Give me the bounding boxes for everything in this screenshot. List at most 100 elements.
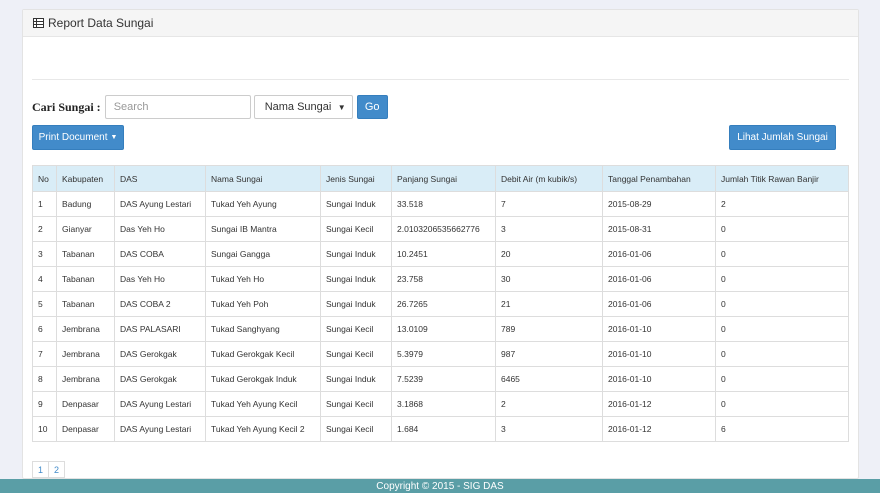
- print-document-label: Print Document: [38, 132, 108, 143]
- table-cell: Tabanan: [56, 241, 115, 267]
- table-cell: DAS COBA 2: [114, 291, 206, 317]
- table-cell: 2016-01-12: [602, 391, 716, 417]
- table-row: 4 Tabanan Das Yeh Ho Tukad Yeh Ho Sungai Ind…: [32, 266, 849, 292]
- column-header: Debit Air (m kubik/s): [495, 165, 603, 192]
- table-cell: 2016-01-10: [602, 366, 716, 392]
- table-cell: Jembrana: [56, 366, 115, 392]
- table-cell: Sungai Kecil: [320, 391, 392, 417]
- table-cell: DAS Ayung Lestari: [114, 191, 206, 217]
- table-cell: 2016-01-10: [602, 341, 716, 367]
- pagination: 1 2: [32, 461, 65, 478]
- table-cell: Tukad Yeh Ho: [205, 266, 321, 292]
- table-cell: 0: [715, 366, 849, 392]
- table-cell: Tukad Sanghyang: [205, 316, 321, 342]
- table-row: 5 Tabanan DAS COBA 2 Tukad Yeh Poh Sungai In…: [32, 291, 849, 317]
- table-cell: 2016-01-06: [602, 241, 716, 267]
- table-cell: 0: [715, 216, 849, 242]
- table-cell: Sungai Gangga: [205, 241, 321, 267]
- table-cell: Tabanan: [56, 266, 115, 292]
- table-cell: Sungai Kecil: [320, 341, 392, 367]
- table-cell: 10: [32, 416, 57, 442]
- table-cell: 3: [495, 216, 603, 242]
- table-cell: DAS Gerokgak: [114, 366, 206, 392]
- table-cell: 0: [715, 241, 849, 267]
- table-cell: 0: [715, 291, 849, 317]
- column-header: Jenis Sungai: [320, 165, 392, 192]
- search-field-select[interactable]: Nama Sungai ▼: [253, 95, 353, 119]
- print-document-button[interactable]: Print Document ▼: [32, 125, 124, 150]
- table-cell: Tukad Yeh Poh: [205, 291, 321, 317]
- table-cell: 23.758: [391, 266, 496, 292]
- table-row: 6 Jembrana DAS PALASARI Tukad Sanghyang Sung…: [32, 316, 849, 342]
- table-cell: Badung: [56, 191, 115, 217]
- table-row: 2 Gianyar Das Yeh Ho Sungai IB Mantra Sungai…: [32, 216, 849, 242]
- table-cell: Sungai Induk: [320, 291, 392, 317]
- page-link[interactable]: 1: [32, 461, 49, 478]
- search-label: Cari Sungai :: [32, 99, 101, 114]
- table-cell: 8: [32, 366, 57, 392]
- lihat-jumlah-sungai-button[interactable]: Lihat Jumlah Sungai: [729, 125, 836, 150]
- table-cell: Tukad Gerokgak Induk: [205, 366, 321, 392]
- table-cell: 7.5239: [391, 366, 496, 392]
- table-cell: 0: [715, 341, 849, 367]
- table-cell: 21: [495, 291, 603, 317]
- table-cell: 1.684: [391, 416, 496, 442]
- column-header: Jumlah Titik Rawan Banjir: [715, 165, 849, 192]
- table-cell: 2016-01-06: [602, 266, 716, 292]
- column-header: DAS: [114, 165, 206, 192]
- column-header: Panjang Sungai: [391, 165, 496, 192]
- table-cell: 3: [32, 241, 57, 267]
- table-cell: 0: [715, 391, 849, 417]
- divider: [32, 79, 849, 80]
- table-cell: 1: [32, 191, 57, 217]
- caret-down-icon: ▼: [337, 102, 346, 112]
- go-button[interactable]: Go: [356, 95, 388, 119]
- select-value: Nama Sungai: [264, 101, 332, 113]
- table-cell: 2: [495, 391, 603, 417]
- table-cell: 987: [495, 341, 603, 367]
- column-header: Kabupaten: [56, 165, 115, 192]
- report-panel: Report Data Sungai Cari Sungai : Nama Su…: [22, 9, 859, 479]
- table-cell: 13.0109: [391, 316, 496, 342]
- table-row: 9 Denpasar DAS Ayung Lestari Tukad Yeh Ayun…: [32, 391, 849, 417]
- table-row: 7 Jembrana DAS Gerokgak Tukad Gerokgak Keci…: [32, 341, 849, 367]
- page-title: Report Data Sungai: [48, 16, 154, 30]
- table-cell: 2: [32, 216, 57, 242]
- table-cell: 6: [715, 416, 849, 442]
- table-cell: Sungai Kecil: [320, 416, 392, 442]
- column-header: Tanggal Penambahan: [602, 165, 716, 192]
- table-cell: 4: [32, 266, 57, 292]
- table-cell: Das Yeh Ho: [114, 216, 206, 242]
- table-cell: Tukad Yeh Ayung Kecil: [205, 391, 321, 417]
- table-cell: Sungai Induk: [320, 241, 392, 267]
- table-cell: Sungai Induk: [320, 266, 392, 292]
- footer: Copyright © 2015 - SIG DAS: [0, 479, 880, 493]
- table-cell: Jembrana: [56, 316, 115, 342]
- table-cell: Sungai Induk: [320, 366, 392, 392]
- table-cell: Tabanan: [56, 291, 115, 317]
- table-cell: 2015-08-29: [602, 191, 716, 217]
- table-row: 10 Denpasar DAS Ayung Lestari Tukad Yeh Ayu…: [32, 416, 849, 442]
- table-cell: Sungai Kecil: [320, 316, 392, 342]
- table-cell: Tukad Yeh Ayung: [205, 191, 321, 217]
- table-cell: 0: [715, 266, 849, 292]
- table-cell: Gianyar: [56, 216, 115, 242]
- table-cell: Sungai Induk: [320, 191, 392, 217]
- table-row: 3 Tabanan DAS COBA Sungai Gangga Sungai Indu…: [32, 241, 849, 267]
- search-input[interactable]: [104, 95, 251, 119]
- table-cell: Sungai Kecil: [320, 216, 392, 242]
- table-cell: DAS Ayung Lestari: [114, 416, 206, 442]
- caret-down-icon: ▼: [110, 134, 118, 141]
- table-cell: DAS PALASARI: [114, 316, 206, 342]
- table-cell: 2.0103206535662776: [391, 216, 496, 242]
- table-cell: 9: [32, 391, 57, 417]
- table-cell: Denpasar: [56, 391, 115, 417]
- page-link[interactable]: 2: [48, 461, 65, 478]
- table-cell: Das Yeh Ho: [114, 266, 206, 292]
- table-cell: Denpasar: [56, 416, 115, 442]
- table-cell: 3: [495, 416, 603, 442]
- table-cell: 2: [715, 191, 849, 217]
- table-cell: 0: [715, 316, 849, 342]
- table-cell: 20: [495, 241, 603, 267]
- table-cell: 5.3979: [391, 341, 496, 367]
